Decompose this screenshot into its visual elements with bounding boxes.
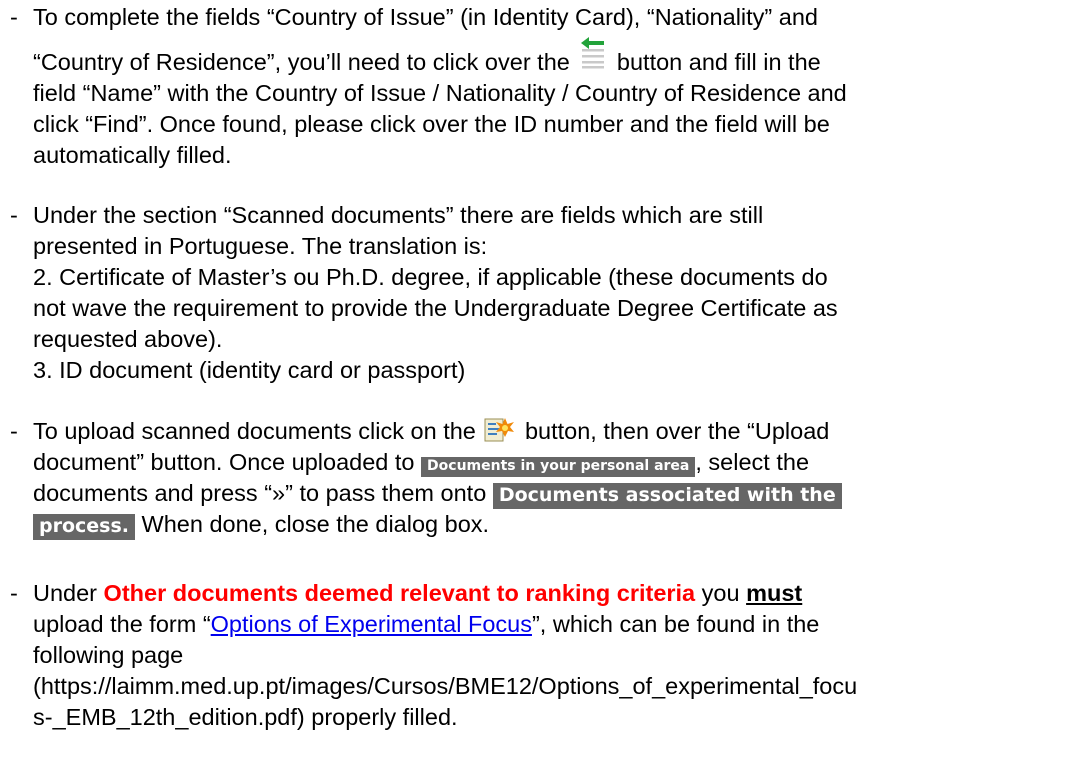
text: you xyxy=(701,580,740,606)
text: button and fill in the xyxy=(616,49,821,76)
text: s-_EMB_12th_edition.pdf) properly filled… xyxy=(33,704,458,730)
bullet-dash: - xyxy=(10,580,18,606)
personal-area-label: Documents in your personal area xyxy=(421,457,696,477)
bullet-dash: - xyxy=(10,202,18,228)
text: ”, which can be found in the xyxy=(531,611,820,637)
text: upload the form “ xyxy=(33,611,211,637)
list-arrow-icon[interactable] xyxy=(578,35,608,69)
text: “Country of Residence”, you’ll need to c… xyxy=(33,49,570,76)
paragraph-line: 2. Certificate of Master’s ou Ph.D. degr… xyxy=(33,262,828,293)
paragraph-line: document” button. Once uploaded to Docum… xyxy=(33,447,809,482)
paragraph-line: click “Find”. Once found, please click o… xyxy=(33,109,830,140)
bullet-dash: - xyxy=(10,4,18,30)
text: documents and press “»” to pass them ont… xyxy=(33,480,487,506)
text: requested above). xyxy=(33,326,223,352)
paragraph-line: Under the section “Scanned documents” th… xyxy=(33,200,763,231)
text: , select the xyxy=(695,449,810,475)
paragraph-line: 3. ID document (identity card or passpor… xyxy=(33,355,465,386)
paragraph-line: field “Name” with the Country of Issue /… xyxy=(33,78,847,109)
paragraph-line: documents and press “»” to pass them ont… xyxy=(33,478,842,511)
text: 3. ID document (identity card or passpor… xyxy=(33,357,466,383)
text: When done, close the dialog box. xyxy=(141,511,490,537)
text: 2. Certificate of Master’s ou Ph.D. degr… xyxy=(33,264,828,290)
paragraph-line: (https://laimm.med.up.pt/images/Cursos/B… xyxy=(33,671,857,702)
text: Under xyxy=(33,580,98,606)
bullet-dash: - xyxy=(10,418,18,444)
text: To complete the fields “Country of Issue… xyxy=(33,4,818,30)
text: document” button. Once uploaded to xyxy=(33,449,415,475)
document-page: - To complete the fields “Country of Iss… xyxy=(0,0,1070,766)
paragraph-line: “Country of Residence”, you’ll need to c… xyxy=(33,37,821,81)
text: Under the section “Scanned documents” th… xyxy=(33,202,764,228)
must-emphasis: must xyxy=(746,580,803,606)
url-text: (https://laimm.med.up.pt/images/Cursos/B… xyxy=(33,673,858,699)
paragraph-line: not wave the requirement to provide the … xyxy=(33,293,838,324)
text: To upload scanned documents click on the xyxy=(33,418,476,444)
paragraph-line: process. When done, close the dialog box… xyxy=(33,509,489,542)
upload-document-icon[interactable] xyxy=(484,417,515,443)
options-experimental-focus-link[interactable]: Options of Experimental Focus xyxy=(211,611,532,637)
paragraph-line: s-_EMB_12th_edition.pdf) properly filled… xyxy=(33,702,458,733)
paragraph-line: upload the form “Options of Experimental… xyxy=(33,609,819,640)
paragraph-line: following page xyxy=(33,640,183,671)
paragraph-line: presented in Portuguese. The translation… xyxy=(33,231,487,262)
text: click “Find”. Once found, please click o… xyxy=(33,111,830,137)
text: button, then over the “Upload xyxy=(524,418,830,444)
other-documents-heading: Other documents deemed relevant to ranki… xyxy=(103,580,696,606)
text: not wave the requirement to provide the … xyxy=(33,295,838,321)
paragraph-line: requested above). xyxy=(33,324,222,355)
text: automatically filled. xyxy=(33,142,232,168)
paragraph-line: automatically filled. xyxy=(33,140,232,171)
text: presented in Portuguese. The translation… xyxy=(33,233,488,259)
paragraph-line: To complete the fields “Country of Issue… xyxy=(33,2,818,33)
associated-documents-label-cont: process. xyxy=(33,514,136,540)
associated-documents-label: Documents associated with the xyxy=(492,483,842,509)
text: following page xyxy=(33,642,184,668)
text: field “Name” with the Country of Issue /… xyxy=(33,80,847,106)
paragraph-line: Under Other documents deemed relevant to… xyxy=(33,578,802,609)
paragraph-line: To upload scanned documents click on the… xyxy=(33,416,829,447)
